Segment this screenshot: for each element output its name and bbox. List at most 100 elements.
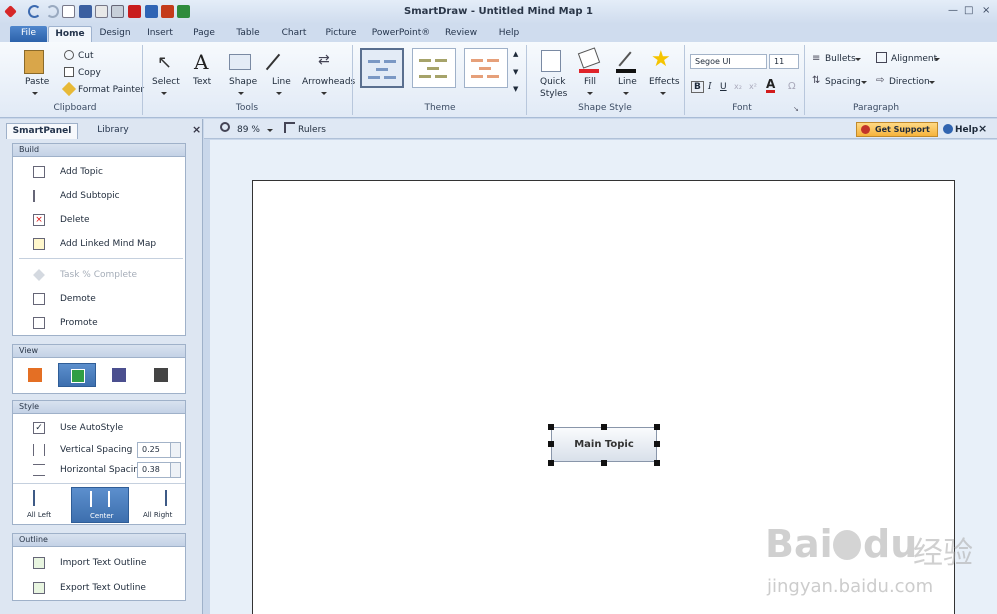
add-topic-item[interactable]: Add Topic — [13, 163, 185, 181]
symbol-omega-icon[interactable]: Ω — [788, 81, 796, 92]
font-color-icon[interactable]: A — [766, 78, 776, 93]
resize-handle-s[interactable] — [601, 460, 607, 466]
import-text-outline-item[interactable]: Import Text Outline — [13, 554, 185, 572]
subscript-icon[interactable]: x₂ — [734, 82, 742, 91]
select-button[interactable]: Select — [152, 77, 180, 87]
format-painter-button[interactable]: Format Painter — [78, 85, 144, 95]
quick-styles-label-2[interactable]: Styles — [540, 89, 567, 99]
zoom-icon[interactable] — [220, 122, 230, 132]
use-autostyle-row[interactable]: ✓ Use AutoStyle — [13, 419, 185, 437]
effects-button[interactable]: Effects — [649, 77, 680, 87]
fill-button[interactable]: Fill — [584, 77, 596, 87]
view-mind-map-button[interactable] — [16, 363, 54, 387]
quick-styles-label[interactable]: Quick — [540, 77, 565, 87]
rulers-toggle[interactable]: Rulers — [298, 125, 326, 135]
vertical-spacing-arrows-icon[interactable] — [170, 443, 180, 457]
font-face-select[interactable]: Segoe UI — [690, 54, 767, 69]
horizontal-spacing-arrows-icon[interactable] — [170, 463, 180, 477]
paste-label[interactable]: Paste — [25, 77, 49, 87]
line-tool-icon[interactable] — [265, 53, 281, 71]
tab-chart[interactable]: Chart — [272, 26, 316, 42]
demote-item[interactable]: Demote — [13, 290, 185, 308]
resize-handle-w[interactable] — [548, 441, 554, 447]
line-button[interactable]: Line — [272, 77, 291, 87]
theme-option-peach[interactable] — [464, 48, 508, 88]
tab-table[interactable]: Table — [226, 26, 270, 42]
tab-smartpanel[interactable]: SmartPanel — [6, 123, 78, 139]
resize-handle-nw[interactable] — [548, 424, 554, 430]
fill-dropdown-icon[interactable] — [587, 92, 593, 95]
tab-help[interactable]: Help — [486, 26, 532, 42]
format-painter-icon[interactable] — [61, 81, 77, 97]
resize-handle-e[interactable] — [654, 441, 660, 447]
theme-more-icon[interactable]: ▼ — [513, 85, 518, 93]
copy-icon[interactable] — [64, 67, 74, 77]
add-linked-mind-map-item[interactable]: Add Linked Mind Map — [13, 235, 185, 253]
restore-button[interactable]: □ — [964, 5, 973, 16]
line-color-swatch[interactable] — [616, 69, 636, 73]
tab-home[interactable]: Home — [48, 26, 92, 42]
direction-icon[interactable]: ⇨ — [876, 75, 884, 86]
resize-handle-se[interactable] — [654, 460, 660, 466]
underline-button[interactable]: U — [720, 82, 727, 92]
superscript-icon[interactable]: x² — [749, 82, 757, 91]
bullets-dropdown-icon[interactable] — [855, 58, 861, 61]
shape-button[interactable]: Shape — [229, 77, 257, 87]
close-panel-icon[interactable]: × — [192, 123, 201, 136]
main-topic-shape[interactable]: Main Topic — [551, 427, 657, 462]
copy-button[interactable]: Copy — [78, 68, 101, 78]
zoom-level[interactable]: 89 % — [237, 125, 260, 135]
paste-dropdown-icon[interactable] — [32, 92, 38, 95]
layout-all-right-button[interactable]: All Right — [133, 487, 183, 523]
font-dialog-launcher-icon[interactable]: ↘ — [793, 105, 799, 113]
bold-button[interactable]: B — [691, 81, 704, 93]
resize-handle-n[interactable] — [601, 424, 607, 430]
tab-insert[interactable]: Insert — [138, 26, 182, 42]
arrowheads-icon[interactable]: ⇄ — [318, 52, 330, 68]
delete-item[interactable]: × Delete — [13, 211, 185, 229]
fill-color-swatch[interactable] — [579, 69, 599, 73]
task-complete-item[interactable]: Task % Complete — [13, 266, 185, 284]
rulers-icon[interactable] — [284, 122, 295, 133]
cut-icon[interactable] — [64, 50, 74, 60]
effects-dropdown-icon[interactable] — [660, 92, 666, 95]
close-help-icon[interactable]: × — [978, 122, 987, 135]
close-button[interactable]: × — [982, 5, 990, 16]
tab-page[interactable]: Page — [184, 26, 224, 42]
font-size-select[interactable]: 11 — [769, 54, 799, 69]
tab-powerpoint[interactable]: PowerPoint® — [366, 26, 436, 42]
export-text-outline-item[interactable]: Export Text Outline — [13, 579, 185, 597]
bullets-button[interactable]: Bullets — [825, 54, 856, 64]
line-style-button[interactable]: Line — [618, 77, 637, 87]
tab-review[interactable]: Review — [438, 26, 484, 42]
line-dropdown-icon[interactable] — [276, 92, 282, 95]
alignment-icon[interactable] — [876, 52, 887, 63]
shape-dropdown-icon[interactable] — [238, 92, 244, 95]
fill-bucket-icon[interactable] — [577, 47, 601, 69]
autostyle-checkbox[interactable]: ✓ — [33, 422, 45, 434]
theme-option-olive[interactable] — [412, 48, 456, 88]
layout-all-left-button[interactable]: All Left — [17, 487, 67, 523]
effects-star-icon[interactable]: ★ — [651, 47, 671, 72]
alignment-button[interactable]: Alignment — [891, 54, 937, 64]
quick-styles-icon[interactable] — [541, 50, 561, 72]
help-icon[interactable] — [943, 124, 953, 134]
theme-option-blue[interactable] — [360, 48, 404, 88]
line-style-dropdown-icon[interactable] — [623, 92, 629, 95]
tab-file[interactable]: File — [10, 26, 47, 42]
text-button[interactable]: Text — [193, 77, 211, 87]
select-dropdown-icon[interactable] — [161, 92, 167, 95]
theme-scroll-up-icon[interactable]: ▲ — [513, 50, 518, 58]
tab-design[interactable]: Design — [94, 26, 136, 42]
horizontal-spacing-stepper[interactable]: 0.38 — [137, 462, 181, 478]
select-arrow-icon[interactable]: ↖ — [157, 52, 172, 73]
vertical-spacing-stepper[interactable]: 0.25 — [137, 442, 181, 458]
help-link[interactable]: Help — [955, 125, 978, 135]
minimize-button[interactable]: — — [948, 5, 958, 16]
shape-tool-icon[interactable] — [229, 54, 251, 70]
text-tool-icon[interactable]: A — [194, 50, 208, 74]
view-center-button[interactable] — [58, 363, 96, 387]
layout-center-button[interactable]: Center — [71, 487, 129, 523]
view-gantt-button[interactable] — [142, 363, 180, 387]
direction-button[interactable]: Direction — [889, 77, 930, 87]
